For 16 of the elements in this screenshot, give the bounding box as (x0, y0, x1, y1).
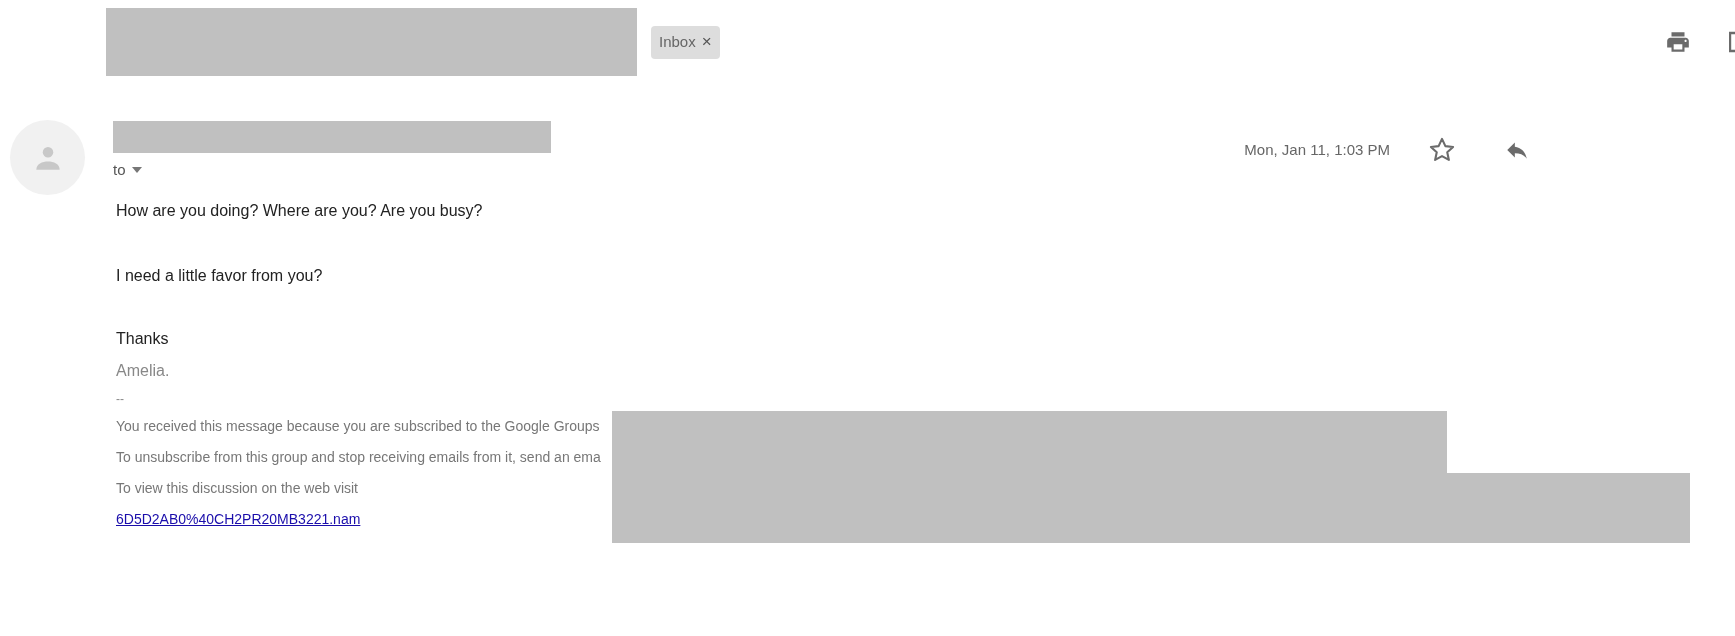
window-icon[interactable] (1729, 31, 1735, 53)
signature-text: Amelia. (116, 361, 171, 381)
caret-icon (131, 167, 142, 174)
footer-text: To view this discussion on the web visit (116, 479, 358, 498)
inbox-label-chip[interactable]: Inbox × (651, 25, 720, 59)
star-icon[interactable] (1428, 136, 1456, 164)
closing-text: Thanks (116, 329, 170, 349)
body-paragraph: How are you doing? Where are you? Are you busy? (116, 201, 484, 221)
recipients-dropdown[interactable]: to (113, 159, 142, 182)
discussion-link[interactable]: 6D5D2AB0%40CH2PR20MB3221.nam (116, 504, 361, 535)
message-date: Mon, Jan 11, 1:03 PM (1244, 139, 1390, 160)
footer-text: You received this message because you are subscribed to the Google Groups (116, 417, 600, 436)
body-paragraph: I need a little favor from you? (116, 266, 324, 286)
print-icon[interactable] (1665, 29, 1691, 55)
separator-text: -- (116, 391, 125, 407)
footer-text: To unsubscribe from this group and stop receiving emails from it, send an ema (116, 448, 601, 467)
